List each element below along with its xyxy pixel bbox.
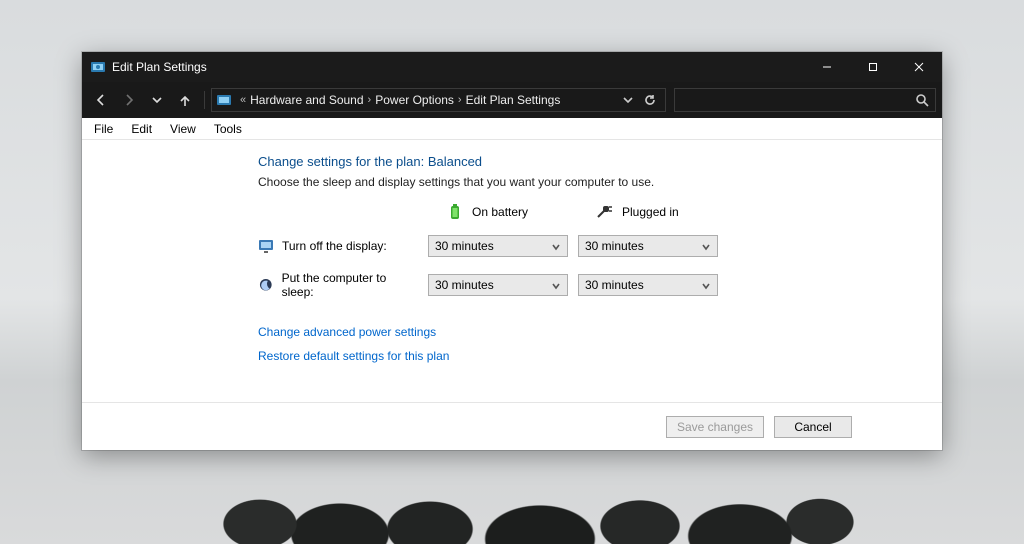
- menu-file[interactable]: File: [86, 120, 121, 138]
- page-heading: Change settings for the plan: Balanced: [258, 154, 918, 169]
- breadcrumb-item[interactable]: Edit Plan Settings: [466, 93, 561, 107]
- chevron-down-icon: [701, 241, 711, 251]
- search-box[interactable]: [674, 88, 936, 112]
- edit-plan-settings-window: Edit Plan Settings «: [82, 52, 942, 450]
- column-header-label: Plugged in: [622, 205, 679, 219]
- column-header-plugged: Plugged in: [578, 203, 718, 221]
- chevron-down-icon: [551, 280, 561, 290]
- forward-button[interactable]: [116, 87, 142, 113]
- settings-grid: On battery Plugged in Turn off the displ…: [258, 203, 918, 299]
- advanced-settings-link[interactable]: Change advanced power settings: [258, 325, 918, 339]
- restore-defaults-link[interactable]: Restore default settings for this plan: [258, 349, 918, 363]
- row-label-text: Turn off the display:: [282, 239, 387, 253]
- address-dropdown-button[interactable]: [617, 89, 639, 111]
- combo-value: 30 minutes: [585, 278, 644, 292]
- row-label-display: Turn off the display:: [258, 238, 418, 254]
- display-plugged-combo[interactable]: 30 minutes: [578, 235, 718, 257]
- search-icon: [915, 93, 929, 107]
- battery-icon: [446, 203, 464, 221]
- close-button[interactable]: [896, 52, 942, 82]
- window-title: Edit Plan Settings: [112, 60, 207, 74]
- control-panel-icon: [90, 59, 106, 75]
- chevron-down-icon: [701, 280, 711, 290]
- page-description: Choose the sleep and display settings th…: [258, 175, 918, 189]
- nav-toolbar: « Hardware and Sound › Power Options › E…: [82, 82, 942, 118]
- refresh-button[interactable]: [639, 89, 661, 111]
- chevron-down-icon: [551, 241, 561, 251]
- address-bar[interactable]: « Hardware and Sound › Power Options › E…: [211, 88, 666, 112]
- sleep-plugged-combo[interactable]: 30 minutes: [578, 274, 718, 296]
- separator: [204, 91, 205, 109]
- chevron-right-icon: ›: [458, 94, 462, 106]
- row-label-sleep: Put the computer to sleep:: [258, 271, 418, 299]
- combo-value: 30 minutes: [435, 239, 494, 253]
- combo-value: 30 minutes: [585, 239, 644, 253]
- titlebar[interactable]: Edit Plan Settings: [82, 52, 942, 82]
- menu-edit[interactable]: Edit: [123, 120, 160, 138]
- plug-icon: [596, 203, 614, 221]
- maximize-button[interactable]: [850, 52, 896, 82]
- column-header-battery: On battery: [428, 203, 568, 221]
- recent-locations-button[interactable]: [144, 87, 170, 113]
- desktop-wallpaper-rocks: [0, 454, 1024, 544]
- content-area: Change settings for the plan: Balanced C…: [82, 140, 942, 450]
- breadcrumb-item[interactable]: Hardware and Sound: [250, 93, 363, 107]
- menu-view[interactable]: View: [162, 120, 204, 138]
- sleep-icon: [258, 277, 274, 293]
- footer-buttons: Save changes Cancel: [82, 402, 942, 450]
- cancel-button[interactable]: Cancel: [774, 416, 852, 438]
- menu-tools[interactable]: Tools: [206, 120, 250, 138]
- chevron-right-icon: ›: [368, 94, 372, 106]
- breadcrumb-item[interactable]: Power Options: [375, 93, 454, 107]
- minimize-button[interactable]: [804, 52, 850, 82]
- breadcrumb-prefix: «: [240, 94, 246, 106]
- back-button[interactable]: [88, 87, 114, 113]
- search-input[interactable]: [681, 93, 915, 107]
- sleep-battery-combo[interactable]: 30 minutes: [428, 274, 568, 296]
- menu-bar: File Edit View Tools: [82, 118, 942, 140]
- column-header-label: On battery: [472, 205, 528, 219]
- links-section: Change advanced power settings Restore d…: [258, 325, 918, 363]
- save-changes-button[interactable]: Save changes: [666, 416, 764, 438]
- row-label-text: Put the computer to sleep:: [282, 271, 418, 299]
- combo-value: 30 minutes: [435, 278, 494, 292]
- display-battery-combo[interactable]: 30 minutes: [428, 235, 568, 257]
- up-button[interactable]: [172, 87, 198, 113]
- control-panel-icon: [216, 92, 232, 108]
- display-icon: [258, 238, 274, 254]
